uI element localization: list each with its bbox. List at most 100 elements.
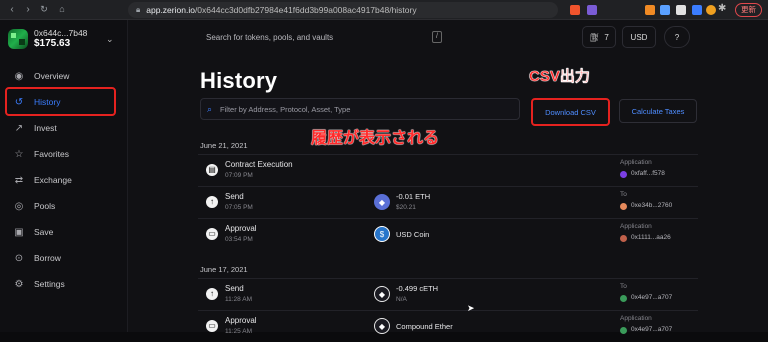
brave-shield-icon[interactable] [570,5,580,15]
sidebar-item-label: Save [34,227,54,237]
calculate-taxes-button[interactable]: Calculate Taxes [619,99,697,123]
sidebar-item-overview[interactable]: ◉ Overview [8,63,120,89]
sidebar: 0x644c...7b48 $175.63 ⌄ ◉ Overview ↺ Histo… [0,20,128,332]
sidebar-item-label: Pools [34,201,56,211]
party-label: To [620,283,627,290]
history-annotation: 履歴が表示される [311,130,440,147]
lock-icon: ▭ [206,228,218,240]
pools-icon: ◎ [14,200,24,212]
asset-value: N/A [396,296,407,303]
currency-selector[interactable]: USD [622,26,656,48]
home-icon[interactable]: ⌂ [56,4,68,14]
extensions-puzzle-icon[interactable]: ✱ [718,3,726,14]
asset-name: Compound Ether [396,322,453,331]
top-bar: Search for tokens, pools, and vaults / ⛽… [128,20,768,56]
table-row[interactable]: ▭ Approval 11:25 AM ◆ Compound Ether App… [198,310,698,342]
usdc-icon: $ [374,226,390,242]
sidebar-item-label: Exchange [34,175,72,185]
wallet-switcher[interactable]: 0x644c...7b48 $175.63 [8,28,87,50]
date-header: June 17, 2021 [200,265,248,274]
sidebar-item-invest[interactable]: ↗ Invest [8,115,120,141]
history-highlight-box [5,87,116,116]
star-icon: ☆ [14,148,24,160]
help-icon[interactable]: ? [664,26,690,48]
send-arrow-icon: ↑ [206,196,218,208]
url-path: /0x644cc3d0dfb27984e41f6dd3b99a008ac4917… [194,5,417,15]
chevron-down-icon[interactable]: ⌄ [106,34,114,45]
tx-time: 11:28 AM [225,296,252,303]
search-icon: ⌕ [207,103,213,114]
party-address[interactable]: 0xe34b...2760 [631,202,672,209]
gas-button[interactable]: ⛽︎ 7 [582,26,616,48]
wallet-avatar [8,29,28,49]
send-arrow-icon: ↑ [206,288,218,300]
party-label: To [620,191,627,198]
gas-value: 7 [604,32,609,42]
sidebar-item-save[interactable]: ▣ Save [8,219,120,245]
chart-icon: ↗ [14,122,24,134]
table-row[interactable]: ▭ Approval 03:54 PM $ USD Coin Applicati… [198,218,698,250]
app-window: 0x644c...7b48 $175.63 ⌄ ◉ Overview ↺ Histo… [0,20,768,335]
filter-placeholder: Filter by Address, Protocol, Asset, Type [220,104,351,114]
wallet-balance: $175.63 [34,38,71,49]
back-icon[interactable]: ‹ [6,4,18,15]
global-search-input[interactable]: Search for tokens, pools, and vaults [198,28,446,48]
party-address[interactable]: 0xfaff...f578 [631,170,665,177]
google-icon[interactable] [676,5,686,15]
sidebar-item-borrow[interactable]: ⊙ Borrow [8,245,120,271]
sidebar-item-pools[interactable]: ◎ Pools [8,193,120,219]
wallet-address: 0x644c...7b48 [34,28,88,38]
borrow-icon: ⊙ [14,252,24,264]
gas-pump-icon: ⛽︎ [589,32,600,42]
table-row[interactable]: ↑ Send 11:28 AM ◆ -0.499 cETH N/A To 0x4… [198,278,698,310]
table-row[interactable]: ▤ Contract Execution 07:09 PM Applicatio… [198,154,698,186]
url-host: app.zerion.io [146,5,195,15]
contract-icon: ▤ [206,164,218,176]
forward-icon[interactable]: › [22,4,34,15]
extension-icon[interactable] [692,5,702,15]
history-filter-input[interactable]: ⌕ Filter by Address, Protocol, Asset, Typ… [200,98,520,120]
sidebar-item-label: Invest [34,123,57,133]
asset-value: $20.21 [396,204,416,211]
party-label: Application [620,159,652,166]
reload-icon[interactable]: ↻ [38,4,50,15]
date-header: June 21, 2021 [200,141,248,150]
search-shortcut-badge: / [432,31,442,43]
sidebar-item-exchange[interactable]: ⇄ Exchange [8,167,120,193]
sidebar-item-settings[interactable]: ⚙ Settings [8,271,120,297]
page-title: History [200,68,278,93]
sidebar-item-favorites[interactable]: ☆ Favorites [8,141,120,167]
extension-icon[interactable] [706,5,716,15]
tx-type: Send [225,192,244,201]
sidebar-item-label: Favorites [34,149,69,159]
party-address[interactable]: 0x4e97...a707 [631,294,672,301]
save-icon: ▣ [14,226,24,238]
brave-rewards-icon[interactable] [587,5,597,15]
party-address[interactable]: 0x1111...aa26 [631,234,671,241]
sidebar-item-label: Settings [34,279,65,289]
party-avatar [620,295,627,302]
mouse-cursor-icon: ➤ [467,303,475,313]
browser-update-button[interactable]: 更新 [735,3,762,17]
csv-annotation: CSV出力 [529,68,590,85]
download-csv-button[interactable]: Download CSV [531,98,610,126]
metamask-icon[interactable] [645,5,655,15]
table-row[interactable]: ↑ Send 07:05 PM ◆ -0.01 ETH $20.21 To 0x… [198,186,698,218]
sidebar-item-label: Overview [34,71,70,81]
sidebar-item-label: Borrow [34,253,61,263]
asset-name: USD Coin [396,230,430,239]
gear-icon: ⚙ [14,278,24,290]
address-bar[interactable]: 🔒︎ app.zerion.io/0x644cc3d0dfb27984e41f6… [128,2,558,18]
party-avatar [620,171,627,178]
asset-amount: -0.01 ETH [396,192,431,201]
exchange-icon: ⇄ [14,174,24,186]
tx-time: 03:54 PM [225,236,253,243]
party-label: Application [620,223,652,230]
extension-icon[interactable] [660,5,670,15]
party-avatar [620,327,627,334]
browser-toolbar: ‹ › ↻ ⌂ 🔒︎ app.zerion.io/0x644cc3d0dfb27… [0,0,768,20]
ceth-icon: ◆ [374,286,390,302]
tx-type: Approval [225,316,257,325]
tx-time: 07:05 PM [225,204,253,211]
tx-type: Send [225,284,244,293]
